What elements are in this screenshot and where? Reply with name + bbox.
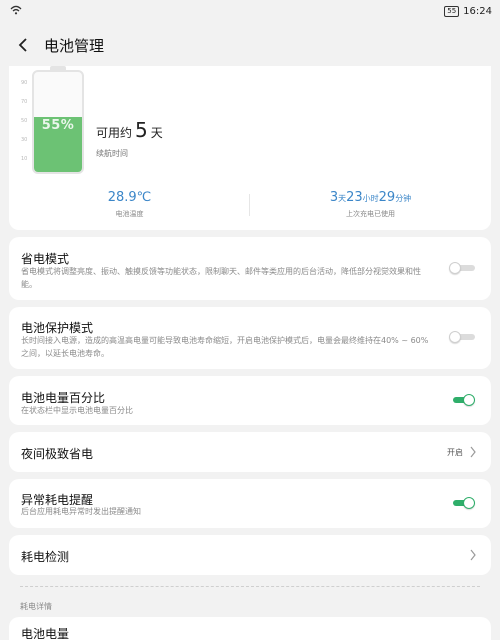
scale-tick: 90 <box>21 80 28 86</box>
details-section-label: 耗电详情 <box>20 602 52 611</box>
available-subtitle: 续航时间 <box>96 149 128 158</box>
chevron-right-icon <box>470 446 476 458</box>
usage-minutes-unit: 分钟 <box>395 194 412 203</box>
usage-hours: 23 <box>346 190 363 205</box>
abnormal-alert-row[interactable]: 异常耗电提醒 后台应用耗电异常时发出提醒通知 <box>9 479 491 528</box>
night-saving-row[interactable]: 夜间极致省电 开启 <box>9 432 491 472</box>
battery-overview-card: 90 70 50 30 10 55% 可用约 5 天 续航时间 28.9℃ 电池… <box>9 66 491 230</box>
scale-tick: 70 <box>21 99 28 105</box>
usage-since-charge-value: 3天23小时29分钟 <box>250 190 491 205</box>
battery-percent-toggle[interactable] <box>449 394 475 406</box>
header: 电池管理 <box>0 22 500 68</box>
battery-percent-row[interactable]: 电池电量百分比 在状态栏中显示电池电量百分比 <box>9 376 491 425</box>
status-bar: 55 16:24 <box>0 0 500 22</box>
battery-level-card: 电池电量 <box>9 617 491 640</box>
battery-badge: 55 <box>444 5 460 17</box>
clock: 16:24 <box>463 5 492 17</box>
power-saving-row[interactable]: 省电模式 省电模式将调整亮度、振动、触摸反馈等功能状态，限制聊天、邮件等类应用的… <box>9 237 491 300</box>
power-saving-toggle[interactable] <box>449 262 475 274</box>
available-unit: 天 <box>150 126 163 140</box>
temperature-label: 电池温度 <box>115 210 144 218</box>
wifi-icon <box>10 5 22 18</box>
battery-protect-desc: 长时间接入电源，造成的高温高电量可能导致电池寿命缩短，开启电池保护模式后，电量会… <box>21 336 429 358</box>
usage-since-charge-stat: 3天23小时29分钟 上次充电已使用 <box>250 190 491 224</box>
page-title: 电池管理 <box>44 36 105 55</box>
usage-days: 3 <box>329 190 339 205</box>
battery-stats: 28.9℃ 电池温度 3天23小时29分钟 上次充电已使用 <box>9 190 491 224</box>
temperature-value: 28.9℃ <box>107 190 152 205</box>
usage-hours-unit: 小时 <box>362 194 379 203</box>
abnormal-alert-desc: 后台应用耗电异常时发出提醒通知 <box>21 507 141 516</box>
temperature-stat: 28.9℃ 电池温度 <box>9 190 250 224</box>
stat-divider <box>249 194 250 216</box>
battery-protect-row[interactable]: 电池保护模式 长时间接入电源，造成的高温高电量可能导致电池寿命缩短，开启电池保护… <box>9 307 491 369</box>
usage-minutes: 29 <box>378 190 396 205</box>
power-check-row[interactable]: 耗电检测 <box>9 535 491 575</box>
section-divider <box>20 586 480 587</box>
night-saving-value: 开启 <box>447 448 463 457</box>
chevron-right-icon <box>470 549 476 561</box>
available-value: 5 <box>135 118 148 142</box>
status-right: 55 16:24 <box>444 5 492 17</box>
scale-tick: 30 <box>21 137 28 143</box>
power-check-title: 耗电检测 <box>21 550 70 564</box>
battery-percent: 55% <box>41 118 75 133</box>
usage-days-unit: 天 <box>338 194 347 203</box>
battery-graphic: 55% <box>32 70 84 174</box>
scale-tick: 10 <box>21 156 28 162</box>
battery-protect-toggle[interactable] <box>449 331 475 343</box>
available-prefix: 可用约 <box>96 126 133 140</box>
power-saving-desc: 省电模式将调整亮度、振动、触摸反馈等功能状态，限制聊天、邮件等类应用的后台活动，… <box>21 267 421 289</box>
available-time: 可用约 5 天 续航时间 <box>96 118 163 159</box>
chevron-left-icon[interactable] <box>14 36 32 54</box>
usage-since-charge-label: 上次充电已使用 <box>346 210 395 218</box>
night-saving-title: 夜间极致省电 <box>21 447 94 461</box>
battery-level-title: 电池电量 <box>21 627 70 640</box>
scale-tick: 50 <box>21 118 28 124</box>
abnormal-alert-toggle[interactable] <box>449 497 475 509</box>
battery-percent-desc: 在状态栏中显示电池电量百分比 <box>21 406 133 415</box>
